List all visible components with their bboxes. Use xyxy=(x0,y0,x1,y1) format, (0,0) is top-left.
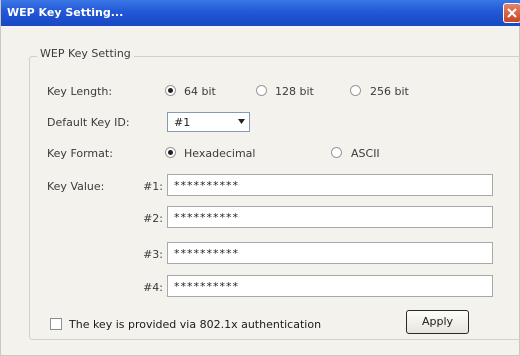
radio-ascii[interactable] xyxy=(331,147,342,158)
default-key-id-value: #1 xyxy=(174,116,191,129)
radio-256-bit-label[interactable]: 256 bit xyxy=(370,85,409,98)
wep-key-dialog: WEP Key Setting... WEP Key Setting Key L… xyxy=(0,0,520,356)
close-icon xyxy=(507,8,517,18)
radio-hexadecimal-label[interactable]: Hexadecimal xyxy=(184,147,255,160)
radio-ascii-label[interactable]: ASCII xyxy=(351,147,380,160)
default-key-id-label: Default Key ID: xyxy=(47,116,130,129)
radio-64-bit-label[interactable]: 64 bit xyxy=(184,85,216,98)
key-2-field[interactable] xyxy=(167,206,493,228)
radio-64-bit[interactable] xyxy=(165,85,176,96)
radio-128-bit[interactable] xyxy=(256,85,267,96)
auth-802-1x-label[interactable]: The key is provided via 802.1x authentic… xyxy=(69,318,321,331)
radio-hexadecimal[interactable] xyxy=(165,147,176,158)
key-4-field[interactable] xyxy=(167,275,493,297)
group-legend: WEP Key Setting xyxy=(37,47,134,60)
title-bar[interactable]: WEP Key Setting... xyxy=(1,0,520,26)
radio-128-bit-label[interactable]: 128 bit xyxy=(275,85,314,98)
key-4-index: #4: xyxy=(143,281,163,294)
apply-button[interactable]: Apply xyxy=(406,310,469,334)
radio-256-bit[interactable] xyxy=(350,85,361,96)
key-3-index: #3: xyxy=(143,248,163,261)
key-value-label: Key Value: xyxy=(47,180,105,193)
key-length-label: Key Length: xyxy=(47,85,113,98)
auth-802-1x-checkbox[interactable] xyxy=(50,318,62,330)
window-title: WEP Key Setting... xyxy=(7,6,124,19)
key-3-field[interactable] xyxy=(167,242,493,264)
wep-settings-group xyxy=(29,56,520,340)
key-format-label: Key Format: xyxy=(47,147,113,160)
default-key-id-select[interactable]: #1 xyxy=(167,112,250,132)
key-1-index: #1: xyxy=(143,180,163,193)
close-button[interactable] xyxy=(503,3,520,23)
key-1-field[interactable] xyxy=(167,174,493,196)
chevron-down-icon xyxy=(238,119,245,124)
key-2-index: #2: xyxy=(143,212,163,225)
